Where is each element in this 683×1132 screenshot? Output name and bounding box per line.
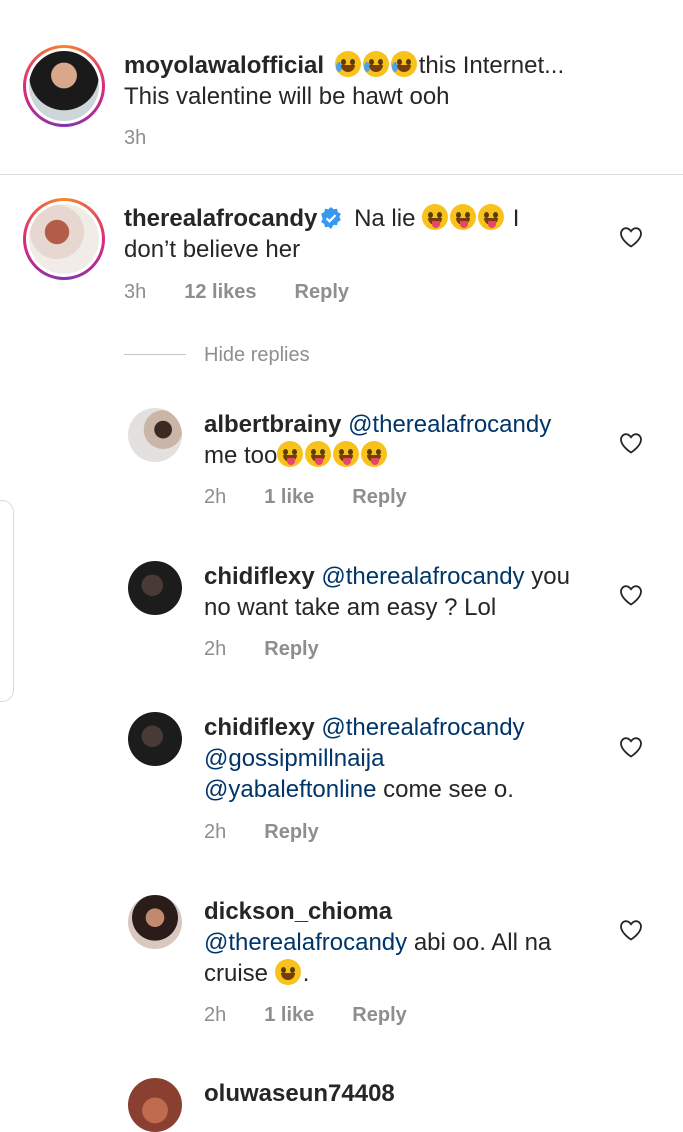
reply-line2: me too (204, 442, 278, 469)
comment-line2: don’t believe her (124, 236, 301, 263)
caption-line2: This valentine will be hawt ooh (124, 83, 450, 110)
mention-link[interactable]: @therealafrocandy (321, 563, 524, 590)
reply-username[interactable]: albertbrainy (204, 411, 341, 438)
reply-button[interactable]: Reply (352, 485, 406, 509)
mention-link[interactable]: @therealafrocandy (321, 714, 524, 741)
tears-of-joy-emoji (334, 51, 419, 79)
reply-button[interactable]: Reply (264, 820, 318, 844)
reply-text: dickson_chioma @therealafrocandy abi oo.… (204, 896, 551, 989)
reply-time: 2h (204, 1004, 227, 1026)
yum-face-emoji (277, 441, 389, 469)
heart-outline-icon[interactable] (619, 226, 643, 248)
reply-button[interactable]: Reply (295, 280, 349, 304)
avatar[interactable] (128, 712, 182, 766)
reply-username[interactable]: chidiflexy (204, 714, 315, 741)
grinning-face-emoji (274, 959, 303, 987)
reply-line3-end: . (302, 960, 310, 987)
reply-likes[interactable]: 1 like (264, 1003, 314, 1027)
reply-time: 2h (204, 486, 227, 508)
comment-text-end: I (506, 205, 520, 232)
reply-text: oluwaseun74408 (204, 1078, 395, 1109)
reply-button[interactable]: Reply (352, 1003, 406, 1027)
reply-time: 2h (204, 821, 227, 843)
comment-avatar-ring[interactable] (23, 198, 105, 280)
reply-text-end: come see o. (376, 776, 514, 803)
heart-outline-icon[interactable] (619, 432, 643, 454)
reply-button[interactable]: Reply (264, 637, 318, 661)
avatar (29, 204, 99, 274)
zany-face-emoji (422, 204, 506, 232)
avatar[interactable] (128, 561, 182, 615)
reply-text: chidiflexy @therealafrocandy @gossipmill… (204, 712, 525, 805)
reply-text-end: abi oo. All na (407, 929, 552, 956)
comment-text: therealafrocandy Na lie I don’t believe … (124, 203, 519, 265)
comment-likes[interactable]: 12 likes (184, 280, 256, 304)
mention-link[interactable]: @therealafrocandy (204, 929, 407, 956)
avatar[interactable] (128, 895, 182, 949)
comment-text-start: Na lie (354, 205, 416, 232)
heart-outline-icon[interactable] (619, 919, 643, 941)
avatar[interactable] (128, 408, 182, 462)
avatar[interactable] (128, 1078, 182, 1132)
divider (124, 354, 186, 355)
reply-text: albertbrainy @therealafrocandy me too (204, 409, 551, 471)
caption-username[interactable]: moyolawalofficial (124, 52, 324, 79)
reply-line3: cruise (204, 960, 275, 987)
reply-time: 2h (204, 638, 227, 660)
caption-text-end: this Internet... (418, 52, 565, 79)
heart-outline-icon[interactable] (619, 584, 643, 606)
avatar (29, 51, 99, 121)
comment-username[interactable]: therealafrocandy (124, 205, 317, 232)
reply-text: chidiflexy @therealafrocandy you no want… (204, 561, 570, 623)
mention-link[interactable]: @yabaleftonline (204, 776, 376, 803)
side-panel-edge (0, 500, 14, 702)
caption-time: 3h (124, 127, 147, 149)
reply-username[interactable]: chidiflexy (204, 563, 315, 590)
mention-link[interactable]: @therealafrocandy (348, 411, 551, 438)
mention-link[interactable]: @gossipmillnaija (204, 745, 384, 772)
reply-line2: no want take am easy ? Lol (204, 594, 497, 621)
reply-username[interactable]: oluwaseun74408 (204, 1080, 395, 1107)
heart-outline-icon[interactable] (619, 736, 643, 758)
post-caption: moyolawalofficial this Internet... This … (0, 0, 683, 175)
caption-text: moyolawalofficial this Internet... This … (124, 50, 564, 112)
reply-username[interactable]: dickson_chioma (204, 898, 392, 925)
hide-replies-button[interactable]: Hide replies (204, 343, 310, 367)
verified-badge-icon (321, 207, 342, 229)
comment-time: 3h (124, 281, 147, 303)
reply-text-end: you (524, 563, 570, 590)
reply-likes[interactable]: 1 like (264, 485, 314, 509)
avatar-story-ring[interactable] (23, 45, 105, 127)
